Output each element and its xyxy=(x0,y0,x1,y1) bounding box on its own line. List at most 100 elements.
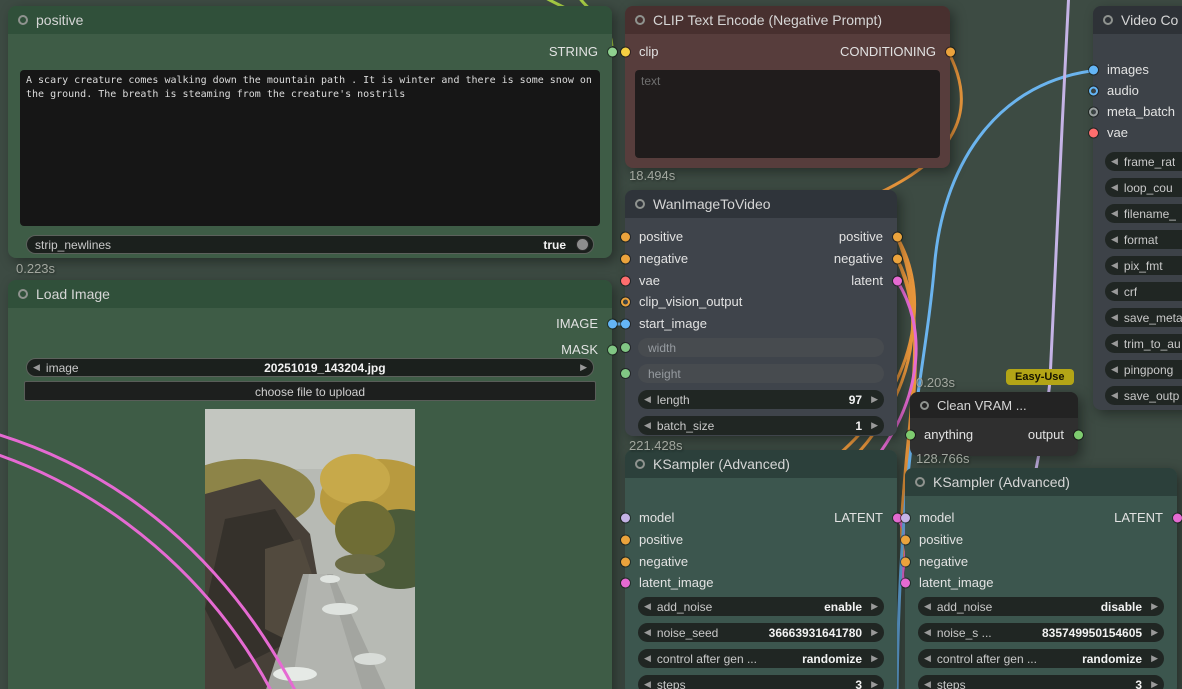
increment-arrow-icon[interactable]: ▶ xyxy=(865,601,884,612)
node-header[interactable]: Video Co xyxy=(1093,6,1182,34)
output-slot-latent[interactable]: LATENT xyxy=(625,509,897,527)
increment-arrow-icon[interactable]: ▶ xyxy=(865,653,884,664)
widget-noise-seed[interactable]: ◀ noise_s ... 835749950154605 ▶ xyxy=(918,623,1164,642)
node-header[interactable]: Load Image xyxy=(8,280,612,308)
input-slot-latent-image[interactable]: latent_image xyxy=(625,574,897,592)
negative-prompt-textarea[interactable]: text xyxy=(635,70,940,158)
strip-newlines-toggle[interactable]: strip_newlines true xyxy=(26,235,594,254)
output-slot-latent[interactable]: LATENT xyxy=(905,509,1177,527)
input-slot-negative[interactable]: negative xyxy=(905,553,1177,571)
collapse-dot-icon[interactable] xyxy=(915,477,925,487)
input-slot-latent-image[interactable]: latent_image xyxy=(905,574,1177,592)
widget-crf[interactable]: ◀ crf xyxy=(1105,282,1182,301)
widget-loop-count[interactable]: ◀ loop_cou xyxy=(1105,178,1182,197)
widget-length[interactable]: ◀ length 97 ▶ xyxy=(638,390,884,409)
decrement-arrow-icon[interactable]: ◀ xyxy=(1105,234,1124,245)
choose-file-button[interactable]: choose file to upload xyxy=(24,381,596,401)
widget-steps[interactable]: ◀ steps 3 ▶ xyxy=(918,675,1164,689)
collapse-dot-icon[interactable] xyxy=(920,401,929,410)
node-header[interactable]: KSampler (Advanced) xyxy=(905,468,1177,496)
widget-frame-rate[interactable]: ◀ frame_rat xyxy=(1105,152,1182,171)
input-slot-images[interactable]: images xyxy=(1093,61,1182,79)
input-pin-audio[interactable] xyxy=(1089,87,1098,96)
collapse-dot-icon[interactable] xyxy=(635,199,645,209)
node-header[interactable]: CLIP Text Encode (Negative Prompt) xyxy=(625,6,950,34)
collapse-dot-icon[interactable] xyxy=(18,289,28,299)
input-pin-width[interactable] xyxy=(621,343,630,352)
output-pin-conditioning[interactable] xyxy=(893,233,902,242)
increment-arrow-icon[interactable]: ▶ xyxy=(865,627,884,638)
widget-add-noise[interactable]: ◀ add_noise enable ▶ xyxy=(638,597,884,616)
widget-control-after-generate[interactable]: ◀ control after gen ... randomize ▶ xyxy=(638,649,884,668)
input-slot-negative[interactable]: negative xyxy=(625,553,897,571)
decrement-arrow-icon[interactable]: ◀ xyxy=(638,394,657,405)
output-slot-string[interactable]: STRING xyxy=(8,43,612,61)
decrement-arrow-icon[interactable]: ◀ xyxy=(1105,312,1124,323)
node-video-combine[interactable]: Video Co images audio meta_batch vae ◀ f… xyxy=(1093,6,1182,410)
widget-steps[interactable]: ◀ steps 3 ▶ xyxy=(638,675,884,689)
input-pin-image[interactable] xyxy=(621,320,630,329)
input-slot-vae[interactable]: vae xyxy=(1093,124,1182,142)
decrement-arrow-icon[interactable]: ◀ xyxy=(918,679,937,689)
node-positive-string[interactable]: positive STRING A scary creature comes w… xyxy=(8,6,612,258)
output-pin-output[interactable] xyxy=(1074,431,1083,440)
node-header[interactable]: positive xyxy=(8,6,612,34)
combo-prev-arrow-icon[interactable]: ◀ xyxy=(27,362,46,373)
decrement-arrow-icon[interactable]: ◀ xyxy=(918,627,937,638)
decrement-arrow-icon[interactable]: ◀ xyxy=(638,679,657,689)
widget-noise-seed[interactable]: ◀ noise_seed 36663931641780 ▶ xyxy=(638,623,884,642)
widget-pix-fmt[interactable]: ◀ pix_fmt xyxy=(1105,256,1182,275)
node-header[interactable]: Clean VRAM ... xyxy=(910,392,1078,418)
widget-trim-to-audio[interactable]: ◀ trim_to_au xyxy=(1105,334,1182,353)
decrement-arrow-icon[interactable]: ◀ xyxy=(638,420,657,431)
node-clean-vram[interactable]: Clean VRAM ... anything output xyxy=(910,392,1078,456)
decrement-arrow-icon[interactable]: ◀ xyxy=(638,601,657,612)
decrement-arrow-icon[interactable]: ◀ xyxy=(1105,390,1124,401)
widget-filename-prefix[interactable]: ◀ filename_ xyxy=(1105,204,1182,223)
decrement-arrow-icon[interactable]: ◀ xyxy=(918,653,937,664)
input-pin-vae[interactable] xyxy=(1089,129,1098,138)
node-load-image[interactable]: Load Image IMAGE MASK ◀ image 20251019_1… xyxy=(8,280,612,689)
input-pin-image[interactable] xyxy=(1089,66,1098,75)
output-slot-latent[interactable]: latent xyxy=(625,272,897,290)
prompt-textarea[interactable]: A scary creature comes walking down the … xyxy=(20,70,600,226)
image-combo-widget[interactable]: ◀ image 20251019_143204.jpg ▶ xyxy=(26,358,594,377)
collapse-dot-icon[interactable] xyxy=(1103,15,1113,25)
input-pin-conditioning[interactable] xyxy=(901,558,910,567)
input-pin-conditioning[interactable] xyxy=(621,558,630,567)
decrement-arrow-icon[interactable]: ◀ xyxy=(1105,260,1124,271)
input-slot-positive[interactable]: positive xyxy=(905,531,1177,549)
input-pin-meta-batch[interactable] xyxy=(1089,108,1098,117)
output-pin-latent[interactable] xyxy=(1173,514,1182,523)
decrement-arrow-icon[interactable]: ◀ xyxy=(638,627,657,638)
increment-arrow-icon[interactable]: ▶ xyxy=(1145,601,1164,612)
decrement-arrow-icon[interactable]: ◀ xyxy=(1105,338,1124,349)
node-header[interactable]: KSampler (Advanced) xyxy=(625,450,897,478)
widget-add-noise[interactable]: ◀ add_noise disable ▶ xyxy=(918,597,1164,616)
decrement-arrow-icon[interactable]: ◀ xyxy=(1105,364,1124,375)
input-pin-latent[interactable] xyxy=(621,579,630,588)
decrement-arrow-icon[interactable]: ◀ xyxy=(1105,208,1124,219)
input-pin-clip-vision[interactable] xyxy=(621,298,630,307)
output-pin-latent[interactable] xyxy=(893,277,902,286)
input-slot-audio[interactable]: audio xyxy=(1093,82,1182,100)
input-slot-positive[interactable]: positive xyxy=(625,531,897,549)
collapse-dot-icon[interactable] xyxy=(635,15,645,25)
decrement-arrow-icon[interactable]: ◀ xyxy=(1105,156,1124,167)
decrement-arrow-icon[interactable]: ◀ xyxy=(1105,286,1124,297)
increment-arrow-icon[interactable]: ▶ xyxy=(865,394,884,405)
output-pin-mask[interactable] xyxy=(608,346,617,355)
collapse-dot-icon[interactable] xyxy=(18,15,28,25)
widget-format[interactable]: ◀ format xyxy=(1105,230,1182,249)
input-pin-height[interactable] xyxy=(621,369,630,378)
increment-arrow-icon[interactable]: ▶ xyxy=(865,420,884,431)
decrement-arrow-icon[interactable]: ◀ xyxy=(1105,182,1124,193)
increment-arrow-icon[interactable]: ▶ xyxy=(1145,653,1164,664)
increment-arrow-icon[interactable]: ▶ xyxy=(865,679,884,689)
output-slot-mask[interactable]: MASK xyxy=(8,341,612,359)
node-ksampler-advanced-2[interactable]: KSampler (Advanced) model positive negat… xyxy=(905,468,1177,689)
widget-save-output[interactable]: ◀ save_outp xyxy=(1105,386,1182,405)
widget-control-after-generate[interactable]: ◀ control after gen ... randomize ▶ xyxy=(918,649,1164,668)
input-pin-conditioning[interactable] xyxy=(901,536,910,545)
widget-save-metadata[interactable]: ◀ save_meta xyxy=(1105,308,1182,327)
